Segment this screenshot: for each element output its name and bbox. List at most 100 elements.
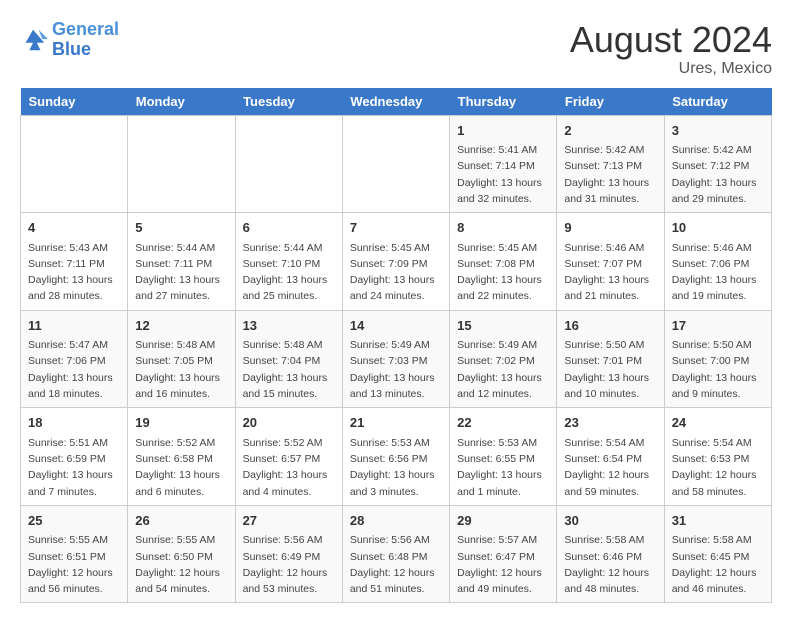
calendar-cell: 7Sunrise: 5:45 AM Sunset: 7:09 PM Daylig… — [342, 213, 449, 311]
day-number: 28 — [350, 511, 442, 531]
day-info: Sunrise: 5:53 AM Sunset: 6:55 PM Dayligh… — [457, 435, 549, 500]
day-number: 1 — [457, 121, 549, 141]
calendar-cell: 11Sunrise: 5:47 AM Sunset: 7:06 PM Dayli… — [21, 310, 128, 408]
day-info: Sunrise: 5:50 AM Sunset: 7:00 PM Dayligh… — [672, 337, 764, 402]
day-number: 14 — [350, 316, 442, 336]
day-info: Sunrise: 5:49 AM Sunset: 7:03 PM Dayligh… — [350, 337, 442, 402]
day-info: Sunrise: 5:42 AM Sunset: 7:13 PM Dayligh… — [564, 142, 656, 207]
header-monday: Monday — [128, 88, 235, 116]
calendar-cell: 9Sunrise: 5:46 AM Sunset: 7:07 PM Daylig… — [557, 213, 664, 311]
day-info: Sunrise: 5:55 AM Sunset: 6:51 PM Dayligh… — [28, 532, 120, 597]
day-info: Sunrise: 5:58 AM Sunset: 6:45 PM Dayligh… — [672, 532, 764, 597]
week-row-5: 25Sunrise: 5:55 AM Sunset: 6:51 PM Dayli… — [21, 505, 772, 603]
day-info: Sunrise: 5:54 AM Sunset: 6:53 PM Dayligh… — [672, 435, 764, 500]
day-number: 26 — [135, 511, 227, 531]
day-number: 10 — [672, 218, 764, 238]
day-number: 4 — [28, 218, 120, 238]
day-info: Sunrise: 5:55 AM Sunset: 6:50 PM Dayligh… — [135, 532, 227, 597]
calendar-cell: 29Sunrise: 5:57 AM Sunset: 6:47 PM Dayli… — [450, 505, 557, 603]
calendar-cell: 12Sunrise: 5:48 AM Sunset: 7:05 PM Dayli… — [128, 310, 235, 408]
day-number: 31 — [672, 511, 764, 531]
day-info: Sunrise: 5:56 AM Sunset: 6:49 PM Dayligh… — [243, 532, 335, 597]
day-info: Sunrise: 5:46 AM Sunset: 7:07 PM Dayligh… — [564, 240, 656, 305]
calendar-cell: 5Sunrise: 5:44 AM Sunset: 7:11 PM Daylig… — [128, 213, 235, 311]
day-number: 23 — [564, 413, 656, 433]
page-header: General Blue August 2024 Ures, Mexico — [20, 20, 772, 78]
calendar-cell: 15Sunrise: 5:49 AM Sunset: 7:02 PM Dayli… — [450, 310, 557, 408]
day-info: Sunrise: 5:48 AM Sunset: 7:04 PM Dayligh… — [243, 337, 335, 402]
day-info: Sunrise: 5:44 AM Sunset: 7:10 PM Dayligh… — [243, 240, 335, 305]
day-number: 13 — [243, 316, 335, 336]
calendar-cell: 24Sunrise: 5:54 AM Sunset: 6:53 PM Dayli… — [664, 408, 771, 506]
logo-icon — [20, 26, 48, 54]
calendar-cell — [235, 115, 342, 213]
calendar-cell: 23Sunrise: 5:54 AM Sunset: 6:54 PM Dayli… — [557, 408, 664, 506]
day-number: 15 — [457, 316, 549, 336]
day-number: 12 — [135, 316, 227, 336]
calendar-cell — [21, 115, 128, 213]
day-info: Sunrise: 5:45 AM Sunset: 7:09 PM Dayligh… — [350, 240, 442, 305]
calendar-table: SundayMondayTuesdayWednesdayThursdayFrid… — [20, 88, 772, 604]
calendar-cell: 26Sunrise: 5:55 AM Sunset: 6:50 PM Dayli… — [128, 505, 235, 603]
day-number: 21 — [350, 413, 442, 433]
calendar-cell: 31Sunrise: 5:58 AM Sunset: 6:45 PM Dayli… — [664, 505, 771, 603]
day-info: Sunrise: 5:44 AM Sunset: 7:11 PM Dayligh… — [135, 240, 227, 305]
week-row-4: 18Sunrise: 5:51 AM Sunset: 6:59 PM Dayli… — [21, 408, 772, 506]
header-tuesday: Tuesday — [235, 88, 342, 116]
day-info: Sunrise: 5:54 AM Sunset: 6:54 PM Dayligh… — [564, 435, 656, 500]
calendar-cell: 4Sunrise: 5:43 AM Sunset: 7:11 PM Daylig… — [21, 213, 128, 311]
day-info: Sunrise: 5:52 AM Sunset: 6:58 PM Dayligh… — [135, 435, 227, 500]
calendar-cell — [128, 115, 235, 213]
calendar-cell: 21Sunrise: 5:53 AM Sunset: 6:56 PM Dayli… — [342, 408, 449, 506]
logo: General Blue — [20, 20, 119, 60]
day-number: 22 — [457, 413, 549, 433]
day-info: Sunrise: 5:53 AM Sunset: 6:56 PM Dayligh… — [350, 435, 442, 500]
day-info: Sunrise: 5:51 AM Sunset: 6:59 PM Dayligh… — [28, 435, 120, 500]
day-info: Sunrise: 5:46 AM Sunset: 7:06 PM Dayligh… — [672, 240, 764, 305]
day-number: 6 — [243, 218, 335, 238]
calendar-cell: 10Sunrise: 5:46 AM Sunset: 7:06 PM Dayli… — [664, 213, 771, 311]
calendar-cell: 14Sunrise: 5:49 AM Sunset: 7:03 PM Dayli… — [342, 310, 449, 408]
week-row-1: 1Sunrise: 5:41 AM Sunset: 7:14 PM Daylig… — [21, 115, 772, 213]
day-number: 29 — [457, 511, 549, 531]
day-info: Sunrise: 5:56 AM Sunset: 6:48 PM Dayligh… — [350, 532, 442, 597]
calendar-header-row: SundayMondayTuesdayWednesdayThursdayFrid… — [21, 88, 772, 116]
calendar-cell: 27Sunrise: 5:56 AM Sunset: 6:49 PM Dayli… — [235, 505, 342, 603]
header-wednesday: Wednesday — [342, 88, 449, 116]
day-info: Sunrise: 5:57 AM Sunset: 6:47 PM Dayligh… — [457, 532, 549, 597]
day-info: Sunrise: 5:42 AM Sunset: 7:12 PM Dayligh… — [672, 142, 764, 207]
day-number: 9 — [564, 218, 656, 238]
day-number: 25 — [28, 511, 120, 531]
calendar-cell: 2Sunrise: 5:42 AM Sunset: 7:13 PM Daylig… — [557, 115, 664, 213]
calendar-cell: 25Sunrise: 5:55 AM Sunset: 6:51 PM Dayli… — [21, 505, 128, 603]
logo-line1: General — [52, 19, 119, 39]
day-number: 2 — [564, 121, 656, 141]
day-number: 19 — [135, 413, 227, 433]
day-info: Sunrise: 5:58 AM Sunset: 6:46 PM Dayligh… — [564, 532, 656, 597]
calendar-cell: 17Sunrise: 5:50 AM Sunset: 7:00 PM Dayli… — [664, 310, 771, 408]
day-number: 8 — [457, 218, 549, 238]
day-info: Sunrise: 5:48 AM Sunset: 7:05 PM Dayligh… — [135, 337, 227, 402]
day-number: 30 — [564, 511, 656, 531]
day-info: Sunrise: 5:45 AM Sunset: 7:08 PM Dayligh… — [457, 240, 549, 305]
day-info: Sunrise: 5:49 AM Sunset: 7:02 PM Dayligh… — [457, 337, 549, 402]
day-number: 5 — [135, 218, 227, 238]
day-info: Sunrise: 5:41 AM Sunset: 7:14 PM Dayligh… — [457, 142, 549, 207]
week-row-3: 11Sunrise: 5:47 AM Sunset: 7:06 PM Dayli… — [21, 310, 772, 408]
day-number: 24 — [672, 413, 764, 433]
logo-line2: Blue — [52, 39, 91, 59]
calendar-cell: 28Sunrise: 5:56 AM Sunset: 6:48 PM Dayli… — [342, 505, 449, 603]
calendar-cell: 19Sunrise: 5:52 AM Sunset: 6:58 PM Dayli… — [128, 408, 235, 506]
day-info: Sunrise: 5:52 AM Sunset: 6:57 PM Dayligh… — [243, 435, 335, 500]
calendar-cell: 18Sunrise: 5:51 AM Sunset: 6:59 PM Dayli… — [21, 408, 128, 506]
page-subtitle: Ures, Mexico — [570, 60, 772, 78]
day-number: 20 — [243, 413, 335, 433]
header-friday: Friday — [557, 88, 664, 116]
calendar-cell: 3Sunrise: 5:42 AM Sunset: 7:12 PM Daylig… — [664, 115, 771, 213]
day-info: Sunrise: 5:50 AM Sunset: 7:01 PM Dayligh… — [564, 337, 656, 402]
page-title: August 2024 — [570, 20, 772, 60]
day-number: 7 — [350, 218, 442, 238]
header-saturday: Saturday — [664, 88, 771, 116]
day-number: 11 — [28, 316, 120, 336]
title-block: August 2024 Ures, Mexico — [570, 20, 772, 78]
